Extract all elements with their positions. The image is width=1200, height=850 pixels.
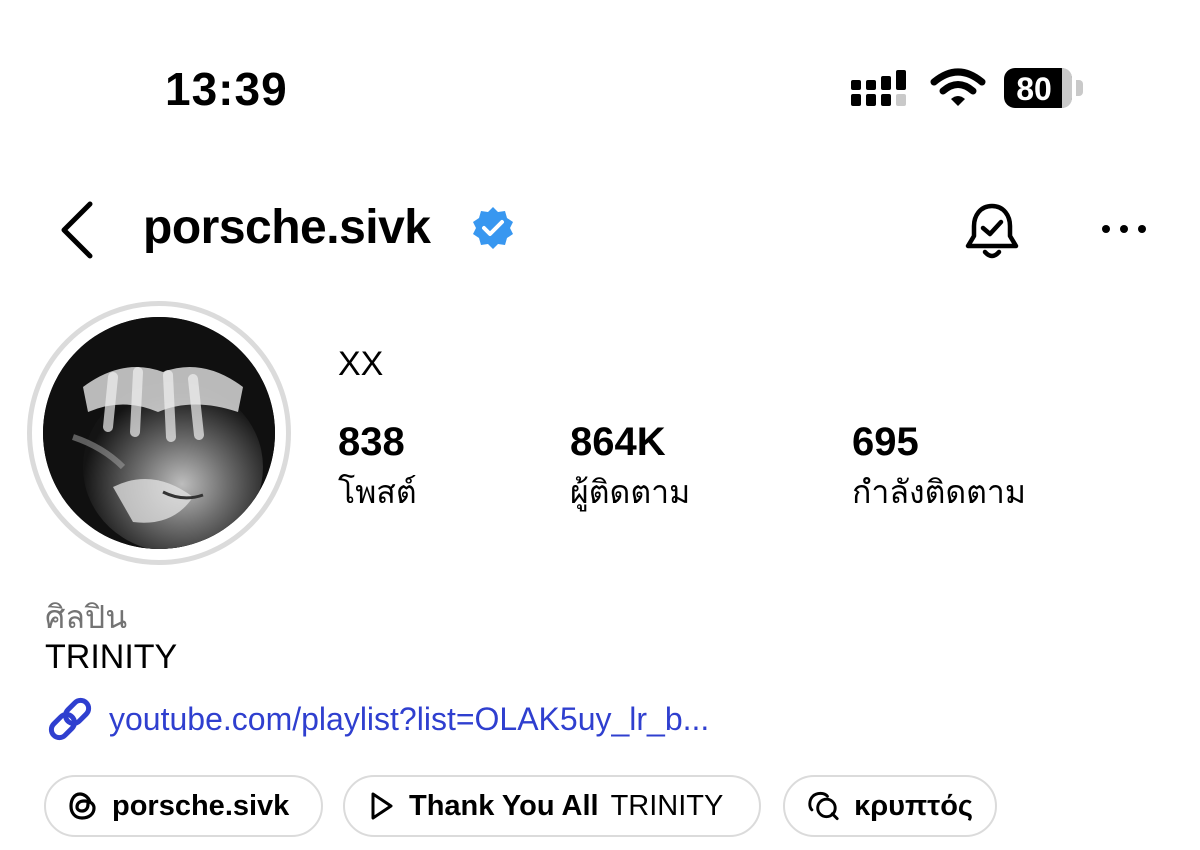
threads-chip[interactable]: porsche.sivk — [44, 775, 323, 837]
stat-followers-label: ผู้ติดตาม — [570, 474, 691, 510]
chat-bubbles-icon — [808, 791, 839, 821]
battery-tip — [1076, 80, 1083, 96]
stat-following-value: 695 — [852, 420, 919, 464]
music-chip[interactable]: Thank You All TRINITY — [343, 775, 761, 837]
profile-category: ศิลปิน — [45, 599, 128, 635]
stat-following-label: กำลังติดตาม — [852, 474, 1026, 510]
music-chip-song: Thank You All — [409, 789, 599, 822]
stat-posts-label: โพสต์ — [338, 474, 417, 510]
chevron-left-icon[interactable] — [56, 200, 96, 260]
wifi-icon — [930, 68, 986, 106]
verified-badge-icon — [473, 207, 513, 249]
display-name: XX — [338, 345, 384, 383]
link-icon — [48, 697, 92, 741]
cellular-signal-icon — [851, 70, 906, 106]
threads-chip-label: porsche.sivk — [112, 789, 290, 822]
battery-percent: 80 — [1016, 71, 1052, 107]
stat-followers-value: 864K — [570, 420, 666, 464]
profile-link-text[interactable]: youtube.com/playlist?list=OLAK5uy_lr_b..… — [109, 701, 709, 738]
more-horizontal-icon[interactable] — [1100, 214, 1148, 244]
profile-bio: TRINITY — [45, 638, 178, 676]
stat-followers[interactable]: 864K ผู้ติดตาม — [570, 420, 690, 518]
threads-icon — [69, 792, 96, 820]
bell-check-icon[interactable] — [962, 200, 1022, 262]
chat-chip[interactable]: κρυπτός — [783, 775, 997, 837]
profile-username: porsche.sivk — [143, 201, 431, 254]
stat-following[interactable]: 695 กำลังติดตาม — [852, 420, 1026, 518]
battery-indicator: 80 — [1004, 68, 1072, 108]
status-time: 13:39 — [165, 63, 288, 115]
play-icon — [371, 792, 393, 820]
stat-posts[interactable]: 838 โพสต์ — [338, 420, 417, 518]
stat-posts-value: 838 — [338, 420, 405, 464]
profile-link[interactable]: youtube.com/playlist?list=OLAK5uy_lr_b..… — [45, 697, 709, 741]
avatar[interactable] — [43, 317, 275, 549]
music-chip-artist: TRINITY — [610, 789, 724, 822]
chat-chip-label: κρυπτός — [854, 789, 973, 822]
